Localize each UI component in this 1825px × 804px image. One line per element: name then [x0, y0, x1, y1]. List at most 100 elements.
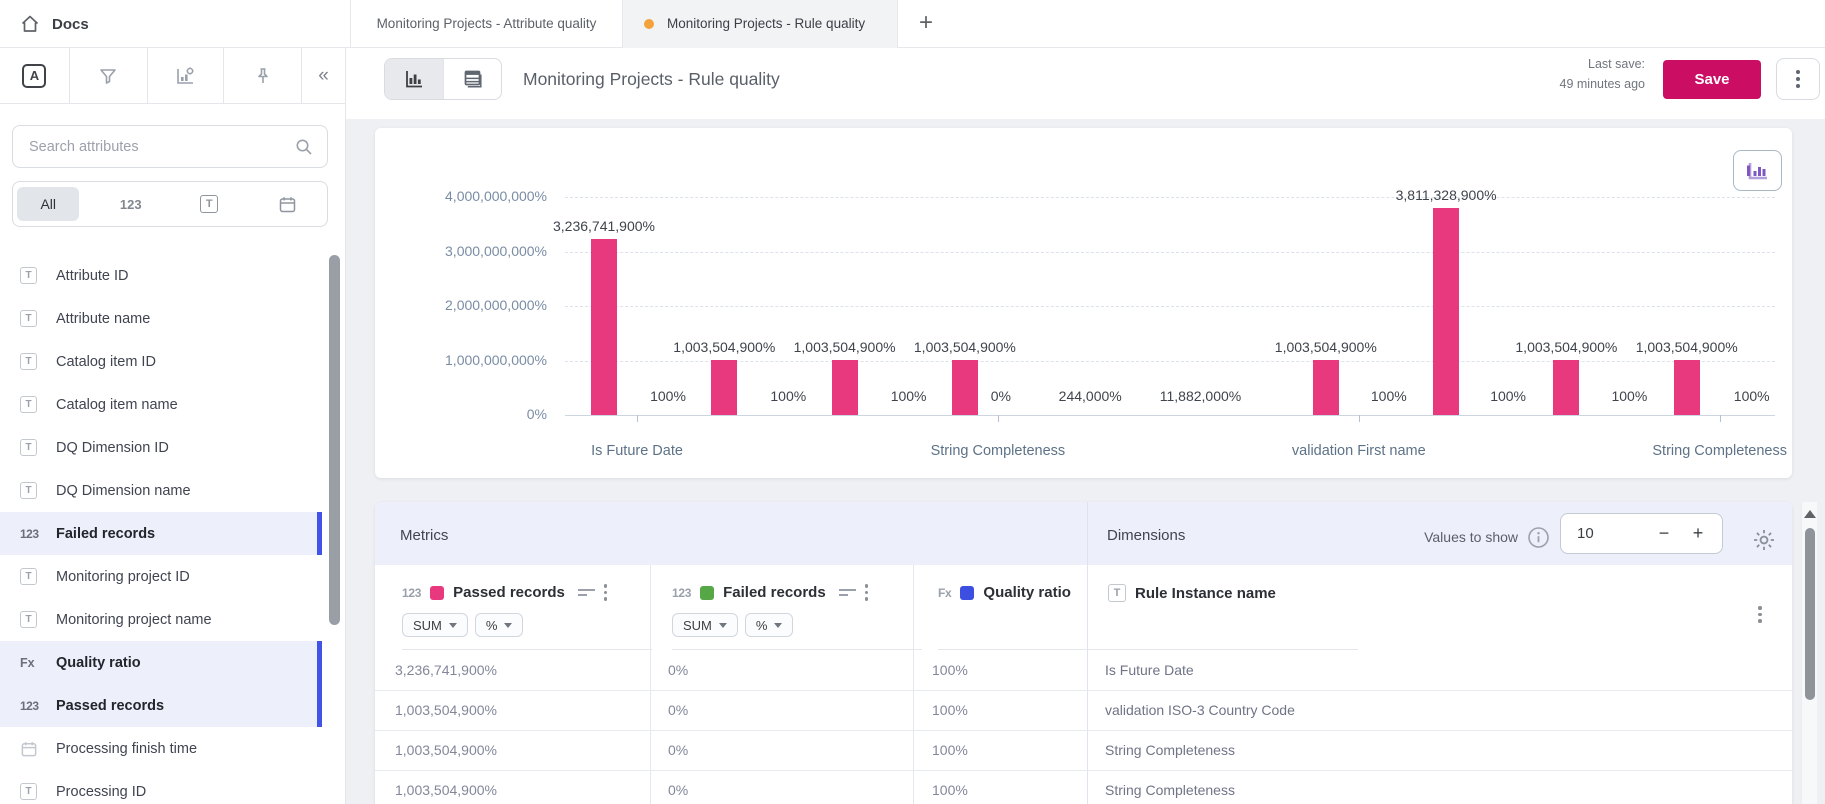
sidebar-item-attribute-name[interactable]: TAttribute name — [0, 297, 322, 340]
sort-icon[interactable] — [839, 589, 856, 596]
table-row[interactable]: 1,003,504,900%0%100%String Completeness — [375, 771, 1792, 804]
floor-value-label: 100% — [891, 388, 927, 404]
tab-pinned[interactable] — [224, 48, 302, 103]
chevron-down-icon — [504, 623, 512, 628]
filter-text[interactable]: T — [170, 182, 249, 226]
new-tab-button[interactable]: + — [905, 0, 947, 48]
text-type-icon: T — [1108, 584, 1126, 602]
column-header-rule-instance-name[interactable]: TRule Instance name — [1108, 565, 1358, 650]
sidebar-item-label: Catalog item name — [56, 397, 178, 413]
scroll-up-arrow-icon[interactable] — [1804, 510, 1816, 518]
increment-button[interactable]: + — [1683, 514, 1713, 553]
sort-icon[interactable] — [578, 589, 595, 596]
table-row[interactable]: 1,003,504,900%0%100%validation ISO-3 Cou… — [375, 691, 1792, 731]
table-row[interactable]: 3,236,741,900%0%100%Is Future Date — [375, 651, 1792, 691]
text-type-icon: T — [200, 195, 218, 213]
floor-value-label: 100% — [1371, 388, 1407, 404]
sidebar-item-dq-dimension-id[interactable]: TDQ Dimension ID — [0, 426, 322, 469]
passed-records-bar[interactable] — [1313, 360, 1339, 415]
gear-icon[interactable] — [1751, 527, 1777, 553]
sidebar-item-label: Passed records — [56, 698, 164, 714]
top-tab-bar: Docs Monitoring Projects - Attribute qua… — [0, 0, 1825, 48]
x-axis-category-label: validation First name — [1292, 443, 1426, 459]
agg-chip-%[interactable]: % — [745, 613, 794, 637]
chevron-down-icon — [774, 623, 782, 628]
filter-numeric[interactable]: 123 — [92, 182, 171, 226]
sidebar-item-catalog-item-name[interactable]: T Catalog item name — [0, 383, 322, 426]
sidebar-item-processing-id[interactable]: TProcessing ID — [0, 770, 322, 804]
sidebar-item-processing-finish-time[interactable]: Processing finish time — [0, 727, 322, 770]
rule-name-cell: String Completeness — [1105, 771, 1235, 804]
filter-funnel-icon — [98, 66, 118, 86]
filter-date[interactable] — [249, 182, 328, 226]
chevron-down-icon — [449, 623, 457, 628]
passed-records-bar[interactable] — [1433, 208, 1459, 415]
vertical-scrollbar[interactable] — [1801, 502, 1817, 804]
sidebar-item-quality-ratio[interactable]: FxQuality ratio — [0, 641, 322, 684]
x-axis-tick — [1359, 415, 1360, 422]
column-menu-icon[interactable] — [604, 584, 608, 601]
passed-cell: 1,003,504,900% — [395, 691, 497, 730]
y-axis-tick-label: 1,000,000,000% — [377, 352, 547, 368]
chevron-down-icon — [719, 623, 727, 628]
tab-chart-settings[interactable] — [148, 48, 225, 103]
passed-records-bar[interactable] — [952, 360, 978, 415]
agg-chip-%[interactable]: % — [475, 613, 524, 637]
chart-view-button[interactable] — [385, 59, 443, 99]
agg-chip-sum[interactable]: SUM — [672, 613, 738, 637]
column-menu-icon[interactable] — [865, 584, 869, 601]
table-view-button[interactable] — [443, 59, 502, 99]
text-icon-cell: T — [20, 396, 46, 413]
column-header-passed-records[interactable]: 123Passed recordsSUM% — [402, 565, 652, 650]
sidebar-item-failed-records[interactable]: 123Failed records — [0, 512, 322, 555]
sidebar-item-catalog-item-id[interactable]: TCatalog item ID — [0, 340, 322, 383]
y-axis-tick-label: 4,000,000,000% — [377, 188, 547, 204]
collapse-sidebar-button[interactable]: « — [302, 48, 345, 103]
passed-records-bar[interactable] — [1553, 360, 1579, 415]
info-icon[interactable] — [1527, 526, 1550, 549]
sidebar-item-attribute-id[interactable]: TAttribute ID — [0, 254, 322, 297]
sidebar-scrollbar[interactable] — [329, 255, 340, 625]
sidebar-item-monitoring-project-id[interactable]: TMonitoring project ID — [0, 555, 322, 598]
agg-chip-sum[interactable]: SUM — [402, 613, 468, 637]
passed-records-bar[interactable] — [711, 360, 737, 415]
gridline-2 — [565, 306, 1775, 307]
sidebar-item-label: Catalog item ID — [56, 354, 156, 370]
filter-all[interactable]: All — [13, 182, 92, 226]
dimension-column-menu-icon[interactable] — [1758, 606, 1762, 623]
text-icon-cell: T — [20, 568, 46, 585]
quality-cell: 100% — [932, 771, 968, 804]
passed-records-bar[interactable] — [1674, 360, 1700, 415]
bar-chart-icon — [403, 68, 425, 90]
numeric-type-icon: 123 — [120, 197, 142, 212]
unsaved-dot-icon — [644, 19, 654, 29]
decrement-button[interactable]: − — [1649, 514, 1679, 553]
values-to-show-input[interactable]: 10 — [1577, 514, 1594, 553]
search-attributes-input[interactable]: Search attributes — [12, 125, 328, 168]
floor-value-label: 244,000% — [1059, 388, 1122, 404]
tab-attribute-quality[interactable]: Monitoring Projects - Attribute quality — [350, 0, 622, 48]
passed-records-bar[interactable] — [832, 360, 858, 415]
kebab-icon — [1796, 70, 1800, 88]
table-row[interactable]: 1,003,504,900%0%100%String Completeness — [375, 731, 1792, 771]
tab-rule-quality[interactable]: Monitoring Projects - Rule quality — [622, 0, 898, 48]
scrollbar-thumb[interactable] — [1805, 528, 1815, 700]
column-header-failed-records[interactable]: 123Failed recordsSUM% — [672, 565, 922, 650]
x-axis-category-label: String Completeness — [931, 443, 1066, 459]
sidebar-item-label: Attribute name — [56, 311, 150, 327]
quality-cell: 100% — [932, 731, 968, 770]
chart-type-button[interactable] — [1733, 150, 1782, 191]
sidebar-item-dq-dimension-name[interactable]: TDQ Dimension name — [0, 469, 322, 512]
tab-filters[interactable] — [70, 48, 148, 103]
page-menu-button[interactable] — [1776, 58, 1820, 100]
pin-icon — [253, 66, 273, 86]
save-button[interactable]: Save — [1663, 60, 1761, 99]
sidebar-item-passed-records[interactable]: 123Passed records — [0, 684, 322, 727]
aggregation-chips: SUM% — [402, 613, 523, 637]
app-brand[interactable]: Docs — [20, 0, 89, 48]
text-attribute-icon: T — [20, 439, 37, 456]
passed-records-bar[interactable] — [591, 239, 617, 415]
tab-attributes[interactable]: A — [0, 48, 70, 103]
chart-card — [375, 128, 1792, 478]
sidebar-item-monitoring-project-name[interactable]: TMonitoring project name — [0, 598, 322, 641]
